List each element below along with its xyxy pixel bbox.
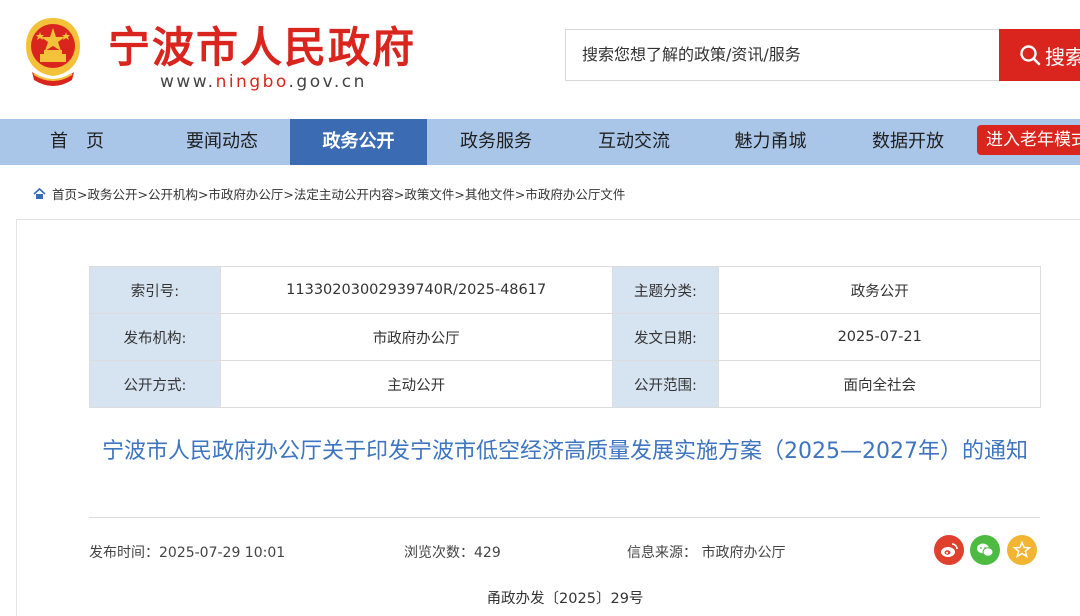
topic-category-label: 主题分类:: [611, 266, 720, 314]
nav-home[interactable]: 首 页: [0, 119, 154, 165]
national-emblem-icon[interactable]: [18, 14, 88, 88]
table-row: 公开方式: 主动公开 公开范围: 面向全社会: [89, 360, 1041, 408]
publisher-label: 发布机构:: [89, 313, 221, 361]
home-icon[interactable]: [33, 187, 46, 200]
title-divider: [89, 517, 1040, 518]
disclosure-method-value: 主动公开: [219, 360, 613, 408]
document-info-table: 索引号: 11330203002939740R/2025-48617 主题分类:…: [89, 266, 1041, 408]
index-number-value: 11330203002939740R/2025-48617: [219, 266, 613, 314]
nav-charm-city[interactable]: 魅力甬城: [703, 119, 838, 165]
elder-mode-button[interactable]: 进入老年模式: [977, 125, 1080, 155]
nav-gov-affairs-open[interactable]: 政务公开: [290, 119, 427, 165]
site-title[interactable]: 宁波市人民政府: [108, 14, 416, 75]
search-button[interactable]: 搜索: [999, 29, 1080, 81]
main-nav: 首 页 要闻动态 政务公开 政务服务 互动交流 魅力甬城 数据开放: [0, 119, 1080, 165]
publish-time: 发布时间：2025-07-29 10:01: [89, 545, 286, 561]
topic-category-value: 政务公开: [718, 266, 1041, 314]
favorite-icon[interactable]: [1007, 535, 1037, 565]
view-count: 浏览次数：429: [404, 545, 501, 561]
search-icon: [1020, 45, 1041, 66]
site-header: 宁波市人民政府 www.ningbo.gov.cn 搜索您想了解的政策/资讯/服…: [0, 0, 1080, 119]
article-title: 宁波市人民政府办公厅关于印发宁波市低空经济高质量发展实施方案（2025—2027…: [102, 439, 1028, 464]
search-input[interactable]: 搜索您想了解的政策/资讯/服务: [565, 29, 1000, 81]
breadcrumb: 首页>政务公开>公开机构>市政府办公厅>法定主动公开内容>政策文件>其他文件>市…: [33, 184, 625, 203]
nav-gov-services[interactable]: 政务服务: [427, 119, 565, 165]
disclosure-method-label: 公开方式:: [89, 360, 221, 408]
site-url[interactable]: www.ningbo.gov.cn: [160, 72, 367, 92]
index-number-label: 索引号:: [89, 266, 221, 314]
nav-open-data[interactable]: 数据开放: [838, 119, 978, 165]
disclosure-scope-value: 面向全社会: [718, 360, 1041, 408]
issue-date-label: 发文日期:: [611, 313, 720, 361]
info-source: 信息来源： 市政府办公厅: [627, 545, 786, 561]
wechat-icon[interactable]: [970, 535, 1000, 565]
table-row: 发布机构: 市政府办公厅 发文日期: 2025-07-21: [89, 313, 1041, 361]
nav-interaction[interactable]: 互动交流: [565, 119, 703, 165]
nav-news[interactable]: 要闻动态: [154, 119, 290, 165]
search-button-label: 搜索: [1045, 44, 1080, 69]
weibo-icon[interactable]: [934, 535, 964, 565]
url-suffix: .gov.cn: [288, 72, 367, 92]
url-prefix: www.: [160, 72, 216, 92]
breadcrumb-text[interactable]: 首页>政务公开>公开机构>市政府办公厅>法定主动公开内容>政策文件>其他文件>市…: [52, 184, 625, 203]
publisher-value: 市政府办公厅: [219, 313, 613, 361]
document-number: 甬政办发〔2025〕29号: [486, 591, 644, 607]
table-row: 索引号: 11330203002939740R/2025-48617 主题分类:…: [89, 266, 1041, 314]
disclosure-scope-label: 公开范围:: [611, 360, 720, 408]
url-highlight: ningbo: [215, 72, 289, 92]
issue-date-value: 2025-07-21: [718, 313, 1041, 361]
